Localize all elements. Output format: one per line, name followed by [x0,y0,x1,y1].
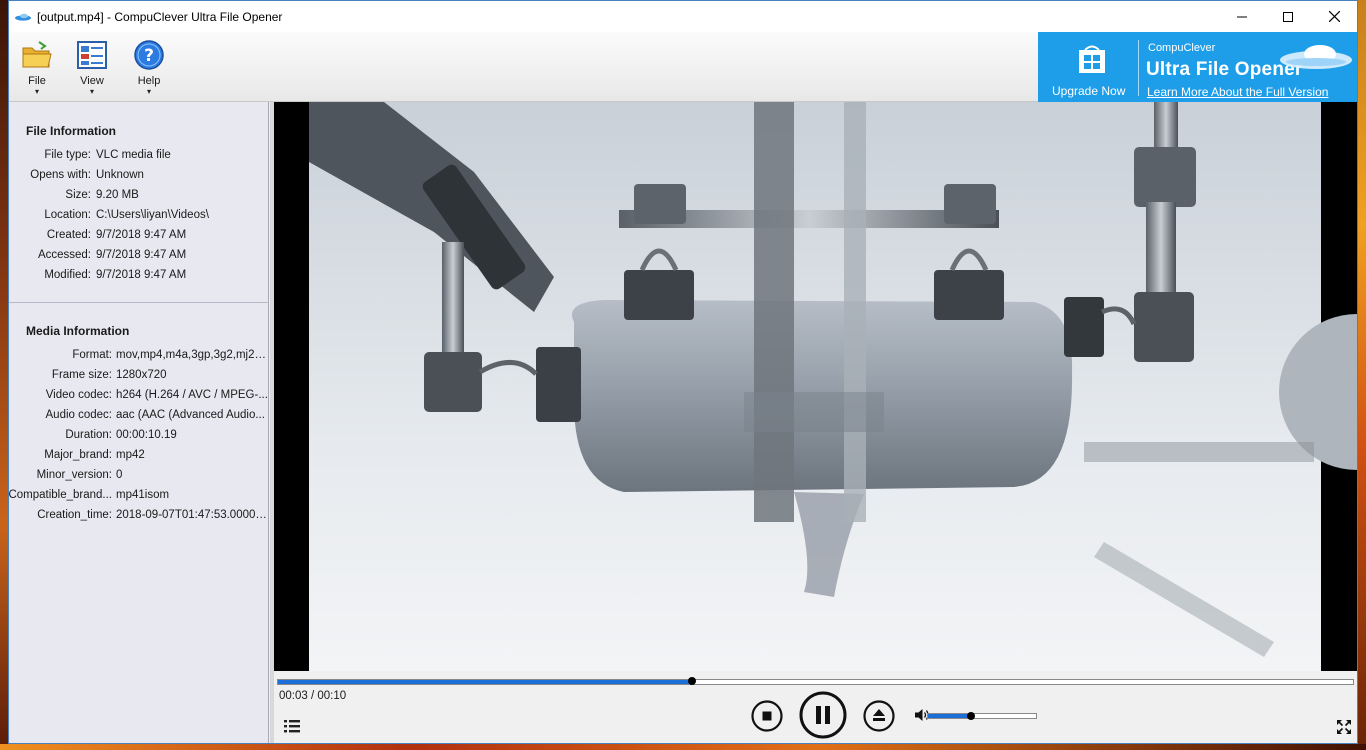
volume-thumb[interactable] [967,712,976,720]
folder-icon [22,41,52,68]
help-question-icon: ? [134,40,164,70]
ufo-logo-icon [1280,45,1352,69]
volume-slider[interactable] [927,712,1037,720]
toolbar: File ▾ View ▾ ? Help ▾ Upgrade Now Compu… [9,32,1357,102]
help-menu-label: Help [137,75,161,87]
close-icon [1328,11,1340,22]
help-menu-caret: ▾ [146,87,151,96]
minimize-button[interactable] [1219,1,1265,32]
media-row-creation-time: Creation_time: 2018-09-07T01:47:53.00000.… [37,509,268,521]
seek-thumb[interactable] [687,677,696,685]
upgrade-now-button[interactable]: Upgrade Now [1052,84,1125,98]
desktop-wallpaper-right [1358,0,1366,750]
media-row-frame-size: Frame size: 1280x720 [51,369,167,381]
title-bar[interactable]: [output.mp4] - CompuClever Ultra File Op… [9,1,1357,32]
volume-level [928,714,972,718]
info-row-size: Size: 9.20 MB [65,189,139,201]
media-row-format: Format: mov,mp4,m4a,3gp,3g2,mj2 (... [72,349,268,361]
maximize-button[interactable] [1265,1,1311,32]
window-title: [output.mp4] - CompuClever Ultra File Op… [37,9,283,24]
info-row-accessed: Accessed: 9/7/2018 9:47 AM [37,249,187,261]
media-row-major-brand: Major_brand: mp42 [44,449,145,461]
media-row-compatible-brands: Compatible_brand... mp41isom [8,489,170,501]
promo-divider [1138,40,1139,96]
view-menu-caret: ▾ [89,87,94,96]
help-menu-button[interactable]: ? Help ▾ [127,40,171,98]
file-menu-label: File [28,75,46,87]
eject-icon[interactable] [863,700,895,732]
desktop-wallpaper-left [0,0,8,750]
file-info-title: File Information [26,124,116,138]
media-row-audio-codec: Audio codec: aac (AAC (Advanced Audio... [45,409,265,421]
seek-bar[interactable] [277,677,1354,685]
view-layout-icon [77,41,107,69]
playlist-icon[interactable] [284,719,300,733]
stop-icon[interactable] [751,700,783,732]
windows-store-icon [1079,45,1105,73]
media-row-minor-version: Minor_version: 0 [36,469,123,481]
media-row-video-codec: Video codec: h264 (H.264 / AVC / MPEG-... [45,389,268,401]
pause-icon[interactable] [799,691,847,739]
info-row-created: Created: 9/7/2018 9:47 AM [46,229,187,241]
learn-more-link[interactable]: Learn More About the Full Version [1147,85,1328,99]
media-info-title: Media Information [26,324,130,338]
app-window: [output.mp4] - CompuClever Ultra File Op… [8,0,1358,744]
time-display: 00:03 / 00:10 [279,690,347,702]
player-controls: 00:03 / 00:10 [274,671,1357,743]
close-button[interactable] [1311,1,1357,32]
video-frame [274,102,1357,671]
fullscreen-icon[interactable] [1336,719,1352,735]
info-row-modified: Modified: 9/7/2018 9:47 AM [44,269,187,281]
upgrade-banner[interactable]: Upgrade Now CompuClever Ultra File Opene… [1038,32,1357,102]
info-row-file-type: File type: VLC media file [44,149,171,161]
promo-brand: CompuClever [1148,42,1216,54]
panel-separator [9,302,269,303]
window-controls [1219,1,1357,32]
app-ufo-icon [9,1,37,32]
file-menu-button[interactable]: File ▾ [15,40,59,98]
desktop-wallpaper-bottom [0,744,1366,750]
file-menu-caret: ▾ [34,87,39,96]
file-info-panel: File Information File type: VLC media fil… [8,102,269,743]
view-menu-button[interactable]: View ▾ [70,40,114,98]
info-row-location: Location: C:\Users\liyan\Videos\ [44,209,209,221]
info-row-opens-with: Opens with: Unknown [30,169,144,181]
svg-text:?: ? [144,46,154,66]
media-row-duration: Duration: 00:00:10.19 [65,429,177,441]
maximize-icon [1283,11,1293,22]
video-display[interactable] [274,102,1357,671]
minimize-icon [1237,16,1247,17]
view-menu-label: View [80,75,104,87]
seek-progress [278,680,692,684]
